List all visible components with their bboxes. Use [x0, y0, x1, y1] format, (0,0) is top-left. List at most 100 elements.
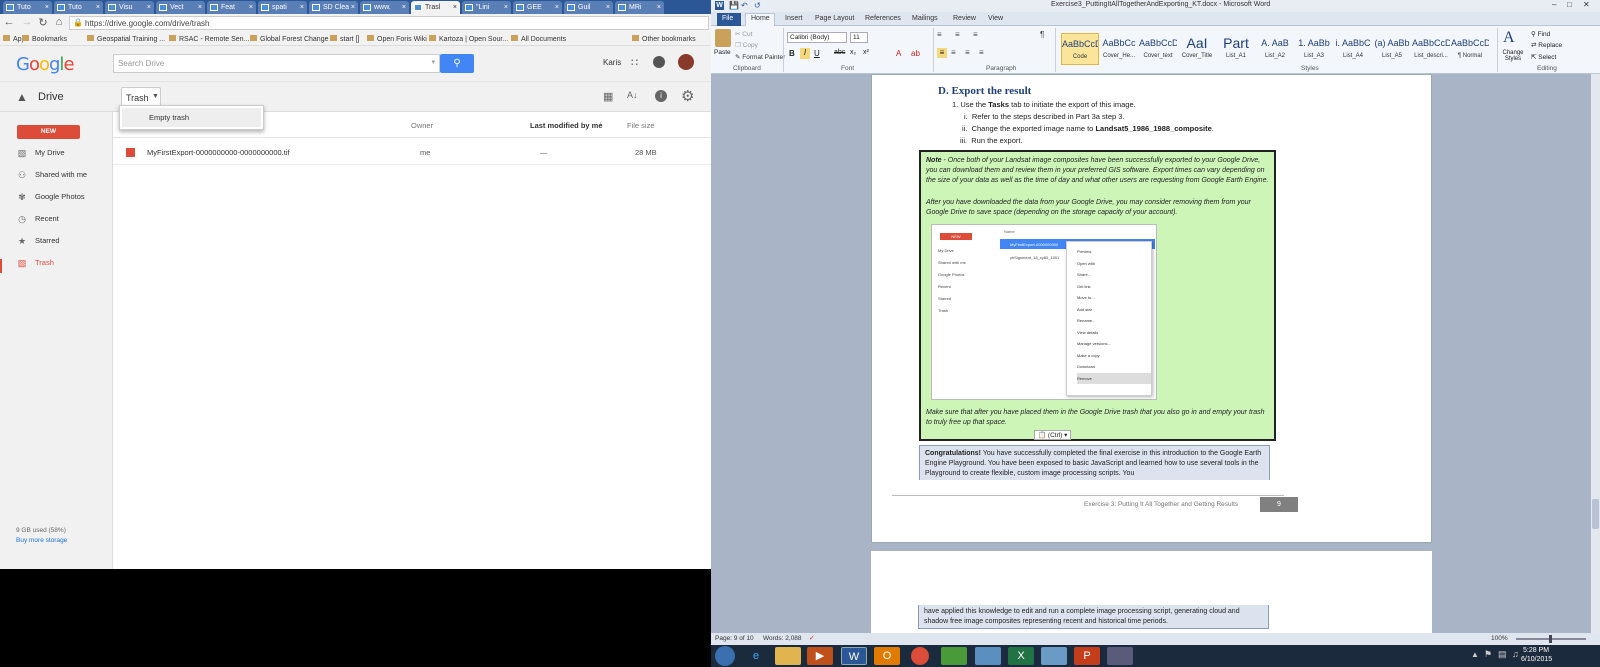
bookmark-item[interactable]: Open Foris Wiki	[367, 35, 427, 43]
trash-location-dropdown[interactable]: Trash ▼	[121, 87, 161, 107]
owner-column-header[interactable]: Owner	[411, 121, 433, 130]
tab-close-icon[interactable]: ×	[249, 1, 253, 14]
browser-tab[interactable]: MRi ×	[615, 1, 664, 14]
word-taskbar-icon[interactable]: W	[841, 647, 867, 665]
start-button[interactable]	[715, 646, 735, 666]
tray-flag-icon[interactable]: ⚑	[1484, 649, 1492, 660]
snipping-tool-icon[interactable]	[1107, 647, 1133, 665]
paste-options-tag[interactable]: 📋 (Ctrl) ▾	[1034, 430, 1072, 440]
tab-mailings[interactable]: Mailings	[912, 15, 938, 22]
style-option[interactable]: (a) AaBb List_A5	[1373, 33, 1411, 65]
style-option[interactable]: A. AaB List_A2	[1256, 33, 1294, 65]
search-button[interactable]: ⚲	[440, 54, 474, 73]
tab-page-layout[interactable]: Page Layout	[815, 15, 854, 22]
word-count[interactable]: Words: 2,088	[763, 635, 802, 642]
pilcrow-icon[interactable]: ¶	[1040, 30, 1044, 39]
browser-tab[interactable]: spati ×	[258, 1, 307, 14]
tab-view[interactable]: View	[988, 15, 1003, 22]
bookmark-item[interactable]: RSAC - Remote Sen...	[169, 35, 249, 43]
new-button[interactable]: NEW	[17, 125, 80, 139]
style-option[interactable]: Part List_A1	[1217, 33, 1255, 65]
notifications-icon[interactable]	[653, 56, 665, 68]
close-icon[interactable]: ✕	[1583, 0, 1590, 9]
numbering-icon[interactable]: ≡	[955, 30, 960, 39]
app-taskbar-icon[interactable]	[975, 647, 1001, 665]
tab-close-icon[interactable]: ×	[453, 1, 457, 14]
search-input[interactable]: Search Drive ▾	[113, 54, 440, 73]
media-player-icon[interactable]: ▶	[807, 647, 833, 665]
browser-tab[interactable]: www. ×	[360, 1, 409, 14]
bookmark-item[interactable]: Bookmarks	[22, 35, 67, 43]
bold-button[interactable]: B	[789, 49, 795, 58]
tab-close-icon[interactable]: ×	[351, 1, 355, 14]
style-option[interactable]: 1. AaBb List_A3	[1295, 33, 1333, 65]
tab-close-icon[interactable]: ×	[147, 1, 151, 14]
bullets-icon[interactable]: ≡	[937, 30, 942, 39]
file-explorer-icon[interactable]	[775, 647, 801, 665]
empty-trash-menu-item[interactable]: Empty trash	[122, 108, 261, 127]
tab-close-icon[interactable]: ×	[402, 1, 406, 14]
browser-tab[interactable]: Feat ×	[207, 1, 256, 14]
tab-close-icon[interactable]: ×	[657, 1, 661, 14]
highlight-icon[interactable]: ab	[911, 49, 920, 58]
reload-icon[interactable]: ↻	[37, 16, 49, 29]
notepad-icon[interactable]	[941, 647, 967, 665]
word-app-icon[interactable]: W	[715, 1, 724, 10]
clock-date[interactable]: 6/10/2015	[1521, 656, 1552, 663]
browser-tab[interactable]: Guil ×	[564, 1, 613, 14]
user-name[interactable]: Karis	[603, 58, 621, 67]
tab-file[interactable]: File	[722, 15, 733, 22]
paste-button[interactable]: Paste	[714, 49, 731, 56]
browser-tab[interactable]: Tuto ×	[3, 1, 52, 14]
underline-button[interactable]: U	[814, 49, 820, 58]
size-column-header[interactable]: File size	[627, 121, 655, 130]
page-count[interactable]: Page: 9 of 10	[715, 635, 754, 642]
style-option[interactable]: AaBbCcDc List_descri...	[1412, 33, 1450, 65]
bookmark-item[interactable]: Global Forest Change	[250, 35, 328, 43]
outlook-icon[interactable]: O	[874, 647, 900, 665]
align-left-icon[interactable]: ≡	[937, 48, 947, 58]
superscript-button[interactable]: x²	[863, 49, 869, 56]
google-logo[interactable]: Google	[16, 54, 75, 75]
drive-title[interactable]: Drive	[38, 91, 64, 103]
strikethrough-button[interactable]: abc	[834, 49, 845, 56]
browser-tab[interactable]: "Lini ×	[462, 1, 511, 14]
sidebar-item-shared-with-me[interactable]: ⚇ Shared with me	[17, 169, 87, 181]
bookmark-item[interactable]: All Documents	[511, 35, 566, 43]
tab-close-icon[interactable]: ×	[300, 1, 304, 14]
paste-icon[interactable]	[715, 29, 731, 47]
style-option[interactable]: AaBbCc Cover_He...	[1100, 33, 1138, 65]
proofing-icon[interactable]: ✓	[809, 634, 815, 642]
forward-icon[interactable]: →	[21, 16, 33, 28]
browser-tab[interactable]: Visu ×	[105, 1, 154, 14]
style-option[interactable]: AaBbCcDc ¶ Normal	[1451, 33, 1489, 65]
apps-grid-icon[interactable]: ∷	[631, 56, 638, 69]
vertical-scrollbar[interactable]	[1591, 74, 1600, 633]
tab-insert[interactable]: Insert	[785, 15, 803, 22]
scrollbar-thumb[interactable]	[1592, 499, 1599, 529]
tab-close-icon[interactable]: ×	[45, 1, 49, 14]
copy-button[interactable]: ❐ Copy	[735, 41, 758, 49]
address-bar[interactable]: 🔒 https://drive.google.com/drive/trash	[69, 16, 709, 30]
font-size-select[interactable]: 11	[850, 32, 868, 43]
zoom-slider-thumb[interactable]	[1549, 635, 1552, 643]
replace-button[interactable]: ⇄ Replace	[1531, 41, 1562, 49]
internet-explorer-icon[interactable]: e	[743, 647, 769, 665]
italic-button[interactable]: I	[800, 48, 810, 59]
tab-close-icon[interactable]: ×	[606, 1, 610, 14]
justify-icon[interactable]: ≡	[979, 48, 984, 57]
home-icon[interactable]: ⌂	[53, 16, 65, 28]
browser-tab[interactable]: Vect ×	[156, 1, 205, 14]
sidebar-item-my-drive[interactable]: ▧ My Drive	[17, 147, 65, 159]
format-painter-button[interactable]: ✎ Format Painter	[735, 53, 785, 61]
tab-close-icon[interactable]: ×	[555, 1, 559, 14]
sidebar-item-recent[interactable]: ◷ Recent	[17, 213, 59, 225]
bookmark-item[interactable]: Kartoza | Open Sour...	[429, 35, 508, 43]
folder-taskbar-icon[interactable]	[1041, 647, 1067, 665]
info-icon[interactable]: i	[655, 90, 667, 102]
grid-view-icon[interactable]: ▦	[603, 90, 613, 103]
chrome-taskbar-icon[interactable]	[911, 647, 929, 665]
tab-close-icon[interactable]: ×	[96, 1, 100, 14]
tray-arrow-icon[interactable]: ▲	[1471, 650, 1479, 659]
browser-tab[interactable]: Tuto ×	[54, 1, 103, 14]
